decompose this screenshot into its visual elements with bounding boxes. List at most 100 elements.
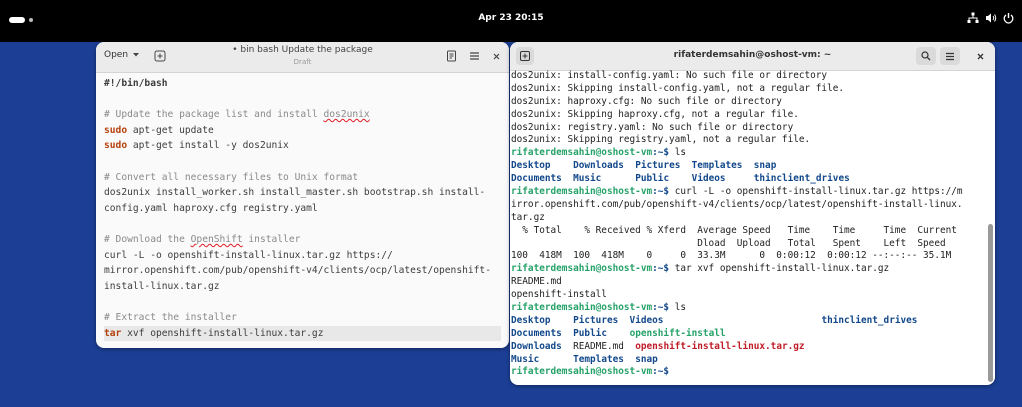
code-line: #!/bin/bash xyxy=(104,78,168,89)
prompt-user: rifaterdemsahin@oshost-vm xyxy=(511,186,653,198)
dir-entry: snap xyxy=(635,353,658,365)
document-info-icon[interactable] xyxy=(446,50,457,62)
dir-entry: Documents xyxy=(511,327,562,339)
dir-entry: Templates xyxy=(691,160,743,172)
terminal-headerbar: rifaterdemsahin@oshost-vm: ~ xyxy=(510,42,995,71)
executable-entry: openshift-install xyxy=(629,327,726,339)
volume-icon xyxy=(986,13,997,23)
output-line: 100 418M 100 418M 0 0 33.3M 0 0:00:12 0:… xyxy=(511,250,952,262)
ls-row: Documents Music Public Videos thinclient… xyxy=(511,173,987,186)
prompt-line: rifaterdemsahin@oshost-vm:~$ curl -L -o … xyxy=(511,186,987,199)
document-subtitle: Draft xyxy=(293,58,312,66)
output-line: dos2unix: haproxy.cfg: No such file or d… xyxy=(511,95,782,107)
code-line: mirror.openshift.com/pub/openshift-v4/cl… xyxy=(104,265,491,277)
command: tar xvf openshift-install-linux.tar.gz xyxy=(669,263,890,275)
top-bar: Apr 23 20:15 xyxy=(0,0,1022,42)
dir-entry: Public xyxy=(635,173,670,185)
code-line: install-linux.tar.gz xyxy=(104,280,220,292)
output-line: dos2unix: Skipping haproxy.cfg, not a re… xyxy=(511,108,799,120)
text-editor-window: Open • bin bash Update the package Draft… xyxy=(96,42,509,348)
output-line: % Total % Received % Xferd Average Speed… xyxy=(511,224,957,236)
dir-entry: Videos xyxy=(691,173,726,185)
output-line: openshift-install xyxy=(511,289,607,301)
file-entry: README.md xyxy=(573,340,624,352)
document-title: • bin bash Update the package xyxy=(232,45,373,55)
dir-entry: thinclient_drives xyxy=(753,173,850,185)
prompt-path: :~$ xyxy=(652,186,670,198)
code-line: # Extract the installer xyxy=(104,311,237,323)
scrollbar-thumb[interactable] xyxy=(988,224,993,382)
new-tab-icon[interactable] xyxy=(154,50,166,62)
spell-error: OpenShift xyxy=(190,233,243,245)
ls-row: Desktop Pictures Videos thinclient_drive… xyxy=(511,315,987,328)
dir-entry: Pictures xyxy=(573,314,619,326)
network-icon xyxy=(967,12,979,23)
command: curl -L -o openshift-install-linux.tar.g… xyxy=(669,186,963,198)
output-line: irror.openshift.com/pub/openshift-v4/cli… xyxy=(511,198,963,210)
code-line: # Convert all necessary files to Unix fo… xyxy=(104,171,359,183)
prompt-user: rifaterdemsahin@oshost-vm xyxy=(511,263,653,275)
prompt-path: :~$ xyxy=(652,147,670,159)
dir-entry: Downloads xyxy=(573,160,624,172)
dir-entry: Downloads xyxy=(511,340,562,352)
code-line: sudo apt-get update xyxy=(104,124,214,136)
output-line: dos2unix: Skipping install-config.yaml, … xyxy=(511,82,845,94)
ls-row: Documents Public openshift-install xyxy=(511,328,987,341)
dir-entry: Documents xyxy=(511,173,562,185)
spell-error: dos2unix xyxy=(323,109,370,121)
code-line: curl -L -o openshift-install-linux.tar.g… xyxy=(104,249,393,261)
terminal-window: rifaterdemsahin@oshost-vm: ~ dos2unix: i… xyxy=(510,42,995,385)
dir-entry: Music xyxy=(573,173,602,185)
search-button[interactable] xyxy=(916,47,936,65)
code-line: config.yaml haproxy.cfg registry.yaml xyxy=(104,202,318,214)
code-line: # Download the OpenShift installer xyxy=(104,233,301,245)
prompt-path: :~$ xyxy=(652,302,670,314)
dir-entry: snap xyxy=(753,160,777,172)
output-line: dos2unix: Skipping registry.yaml, not a … xyxy=(511,134,811,146)
dir-entry: Templates xyxy=(573,353,624,365)
code-line: dos2unix install_worker.sh install_maste… xyxy=(104,187,486,199)
output-line: dos2unix: install-config.yaml: No such f… xyxy=(511,70,828,81)
open-button-label: Open xyxy=(104,50,129,60)
terminal-scrollbar[interactable] xyxy=(988,72,993,382)
dir-entry: Pictures xyxy=(635,160,681,172)
new-tab-button[interactable] xyxy=(516,47,534,65)
power-icon xyxy=(1003,13,1014,24)
ls-row: Desktop Downloads Pictures Templates sna… xyxy=(511,160,987,173)
close-icon[interactable] xyxy=(492,52,501,61)
dir-entry: Videos xyxy=(629,314,664,326)
hamburger-menu-icon xyxy=(946,52,954,60)
new-tab-icon xyxy=(520,51,530,61)
search-icon xyxy=(921,51,931,61)
prompt-line: rifaterdemsahin@oshost-vm:~$ ls xyxy=(511,147,987,160)
code-line: sudo apt-get install -y dos2unix xyxy=(104,140,289,152)
archive-entry: openshift-install-linux.tar.gz xyxy=(635,340,805,352)
output-line: README.md xyxy=(511,276,562,288)
code-line-current: tar xvf openshift-install-linux.tar.gz xyxy=(104,325,501,342)
close-icon[interactable] xyxy=(976,52,985,61)
dir-entry: Public xyxy=(573,327,607,339)
dir-entry: Desktop xyxy=(511,314,551,326)
prompt-path: :~$ xyxy=(652,366,670,378)
open-button[interactable]: Open xyxy=(104,50,140,60)
prompt-line: rifaterdemsahin@oshost-vm:~$ xyxy=(511,366,987,379)
terminal-output[interactable]: dos2unix: install-config.yaml: No such f… xyxy=(510,70,988,385)
system-tray[interactable] xyxy=(967,12,1014,24)
dir-entry: thinclient_drives xyxy=(821,314,918,326)
keyword: sudo xyxy=(104,140,128,152)
editor-text-area[interactable]: #!/bin/bash # Update the package list an… xyxy=(96,76,509,342)
dir-entry: Desktop xyxy=(511,160,551,172)
clock[interactable]: Apr 23 20:15 xyxy=(0,13,1022,23)
editor-headerbar: Open • bin bash Update the package Draft xyxy=(96,42,509,73)
terminal-title: rifaterdemsahin@oshost-vm: ~ xyxy=(673,50,832,60)
code-line: # Update the package list and install do… xyxy=(104,109,370,121)
command: ls xyxy=(669,147,686,159)
command: ls xyxy=(669,302,686,314)
menu-button[interactable] xyxy=(940,47,960,65)
prompt-user: rifaterdemsahin@oshost-vm xyxy=(511,302,653,314)
hamburger-menu-icon[interactable] xyxy=(469,51,480,61)
prompt-user: rifaterdemsahin@oshost-vm xyxy=(511,147,653,159)
